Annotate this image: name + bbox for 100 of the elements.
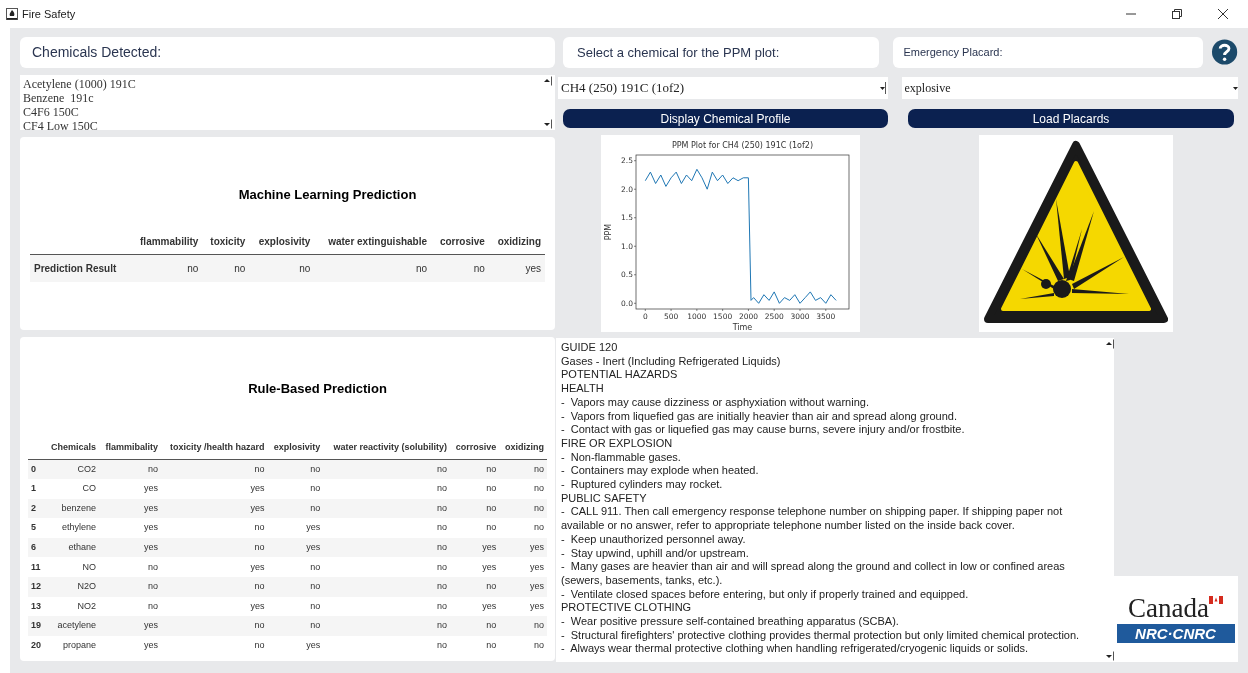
table-cell: yes	[161, 479, 268, 499]
table-cell: no	[323, 557, 450, 578]
table-cell: no	[449, 518, 500, 538]
guide-line: POTENTIAL HAZARDS	[561, 368, 679, 383]
canada-wordmark: Canada	[1128, 595, 1209, 622]
table-cell: no	[323, 479, 450, 499]
list-item[interactable]: Acetylene (1000) 191C	[23, 77, 539, 91]
table-cell: yes	[499, 557, 547, 578]
guide-textbox[interactable]	[556, 338, 1114, 662]
table-cell: no	[449, 616, 500, 636]
restore-icon[interactable]	[1172, 9, 1182, 19]
flag-icon	[1209, 596, 1223, 604]
column-header: flammibality	[99, 440, 162, 460]
guide-line: - Ruptured cylinders may rocket.	[561, 478, 724, 492]
column-header: oxidizing	[488, 233, 545, 254]
table-cell: no	[267, 479, 324, 499]
row-index: 1	[28, 479, 45, 499]
load-placards-button[interactable]: Load Placards	[908, 109, 1234, 128]
row-index: 19	[28, 616, 45, 636]
table-cell: no	[161, 518, 268, 538]
guide-line: PROTECTIVE CLOTHING	[561, 601, 693, 616]
column-header: corrosive	[449, 440, 500, 460]
display-profile-button[interactable]: Display Chemical Profile	[563, 109, 888, 128]
dropdown-caret-icon	[878, 82, 886, 94]
table-cell: no	[323, 459, 450, 480]
table-cell: CO	[44, 479, 100, 499]
table-cell: no	[99, 459, 162, 480]
table-cell: NO2	[44, 596, 100, 617]
chemicals-listbox[interactable]: Acetylene (1000) 191C Benzene 191c C4F6 150C CF4 Low 150C	[20, 75, 555, 130]
table-cell: no	[161, 537, 268, 558]
table-cell: no	[499, 616, 547, 636]
scroll-up-icon[interactable]	[542, 76, 552, 86]
close-icon[interactable]	[1218, 9, 1228, 19]
table-cell: no	[267, 557, 324, 578]
table-cell: no	[449, 459, 500, 480]
table-cell: no	[323, 537, 450, 558]
table-cell: no	[499, 479, 547, 499]
table-cell: no	[99, 577, 162, 597]
scroll-down-icon[interactable]	[542, 119, 552, 129]
table-cell: no	[449, 479, 500, 499]
table-cell: no	[499, 498, 547, 519]
table-cell: benzene	[44, 498, 100, 519]
table-cell: no	[499, 459, 547, 480]
agency-wordmark: NRC·CNRC	[1116, 624, 1235, 643]
table-cell: yes	[488, 254, 545, 282]
table-cell: no	[161, 616, 268, 636]
table-cell: yes	[449, 557, 500, 578]
help-icon[interactable]	[1210, 38, 1238, 66]
table-cell: no	[314, 254, 432, 282]
dropdown-value: CH4 (250) 191C (1of2)	[561, 79, 686, 98]
axis-label: Time	[732, 323, 753, 332]
table-cell: ethylene	[44, 518, 100, 538]
row-index: 2	[28, 498, 45, 519]
list-item[interactable]: C4F6 150C	[23, 105, 539, 119]
table-cell: no	[323, 596, 450, 617]
section-label: Chemicals Detected:	[20, 37, 555, 68]
row-index: 11	[28, 557, 45, 578]
table-cell: no	[267, 498, 324, 519]
table-cell: no	[99, 557, 162, 578]
placard-dropdown[interactable]: explosive	[901, 77, 1238, 99]
guide-line: - Non-flammable gases.	[561, 450, 682, 465]
list-item[interactable]: CF4 Low 150C	[23, 119, 539, 130]
table-cell: acetylene	[44, 616, 100, 636]
guide-line: HEALTH	[561, 382, 605, 396]
guide-line: - Contact with gas or liquefied gas may cause burns, severe injury and/or frostbite.	[561, 423, 966, 437]
table-cell: yes	[267, 635, 324, 656]
dropdown-value: explosive	[904, 80, 952, 97]
guide-line: - CALL 911. Then call emergency response telephone number on shipping paper. If shipping paper not available or no answer, refer to appropriate telephone number listed on the inside back cover.	[561, 505, 1064, 533]
table-cell: yes	[267, 518, 324, 538]
column-header: corrosive	[431, 233, 489, 254]
section-label: Select a chemical for the PPM plot:	[563, 37, 880, 68]
guide-line: PUBLIC SAFETY	[561, 491, 648, 506]
table-cell: yes	[161, 596, 268, 617]
row-header: Prediction Result	[30, 254, 130, 282]
table-cell: yes	[161, 498, 268, 519]
table-cell: ethane	[44, 537, 100, 558]
table-cell: no	[449, 635, 500, 656]
row-index: 20	[28, 635, 45, 656]
table-cell: no	[202, 254, 250, 282]
guide-line: GUIDE 120	[561, 341, 619, 355]
chart-title: PPM Plot for CH4 (250) 191C (1of2)	[671, 141, 814, 150]
table-cell: no	[499, 635, 547, 656]
column-header: explosivity	[249, 233, 315, 254]
chemical-dropdown[interactable]: CH4 (250) 191C (1of2)	[558, 77, 888, 99]
table-cell: CO2	[44, 459, 100, 480]
window-title: Fire Safety	[22, 6, 76, 22]
column-header: flammability	[130, 233, 203, 254]
row-index: 6	[28, 537, 45, 558]
table-cell: yes	[99, 616, 162, 636]
panel-title: Machine Learning Prediction	[238, 186, 417, 204]
row-index: 5	[28, 518, 45, 538]
guide-line: - Keep unauthorized personnel away.	[561, 532, 747, 547]
table-cell: no	[249, 254, 315, 282]
table-cell: no	[267, 616, 324, 636]
column-header: oxidizing	[499, 440, 547, 460]
table-cell: no	[323, 577, 450, 597]
guide-line: - Vapors may cause dizziness or asphyxiation without warning.	[561, 395, 870, 410]
list-item[interactable]: Benzene 191c	[23, 91, 539, 105]
guide-line: - Ventilate closed spaces before entering, but only if properly trained and equipped.	[561, 587, 970, 602]
guide-line: - Many gases are heavier than air and will spread along the ground and collect in low or confined areas (sewers, basements, tanks, etc.).	[561, 560, 1066, 588]
